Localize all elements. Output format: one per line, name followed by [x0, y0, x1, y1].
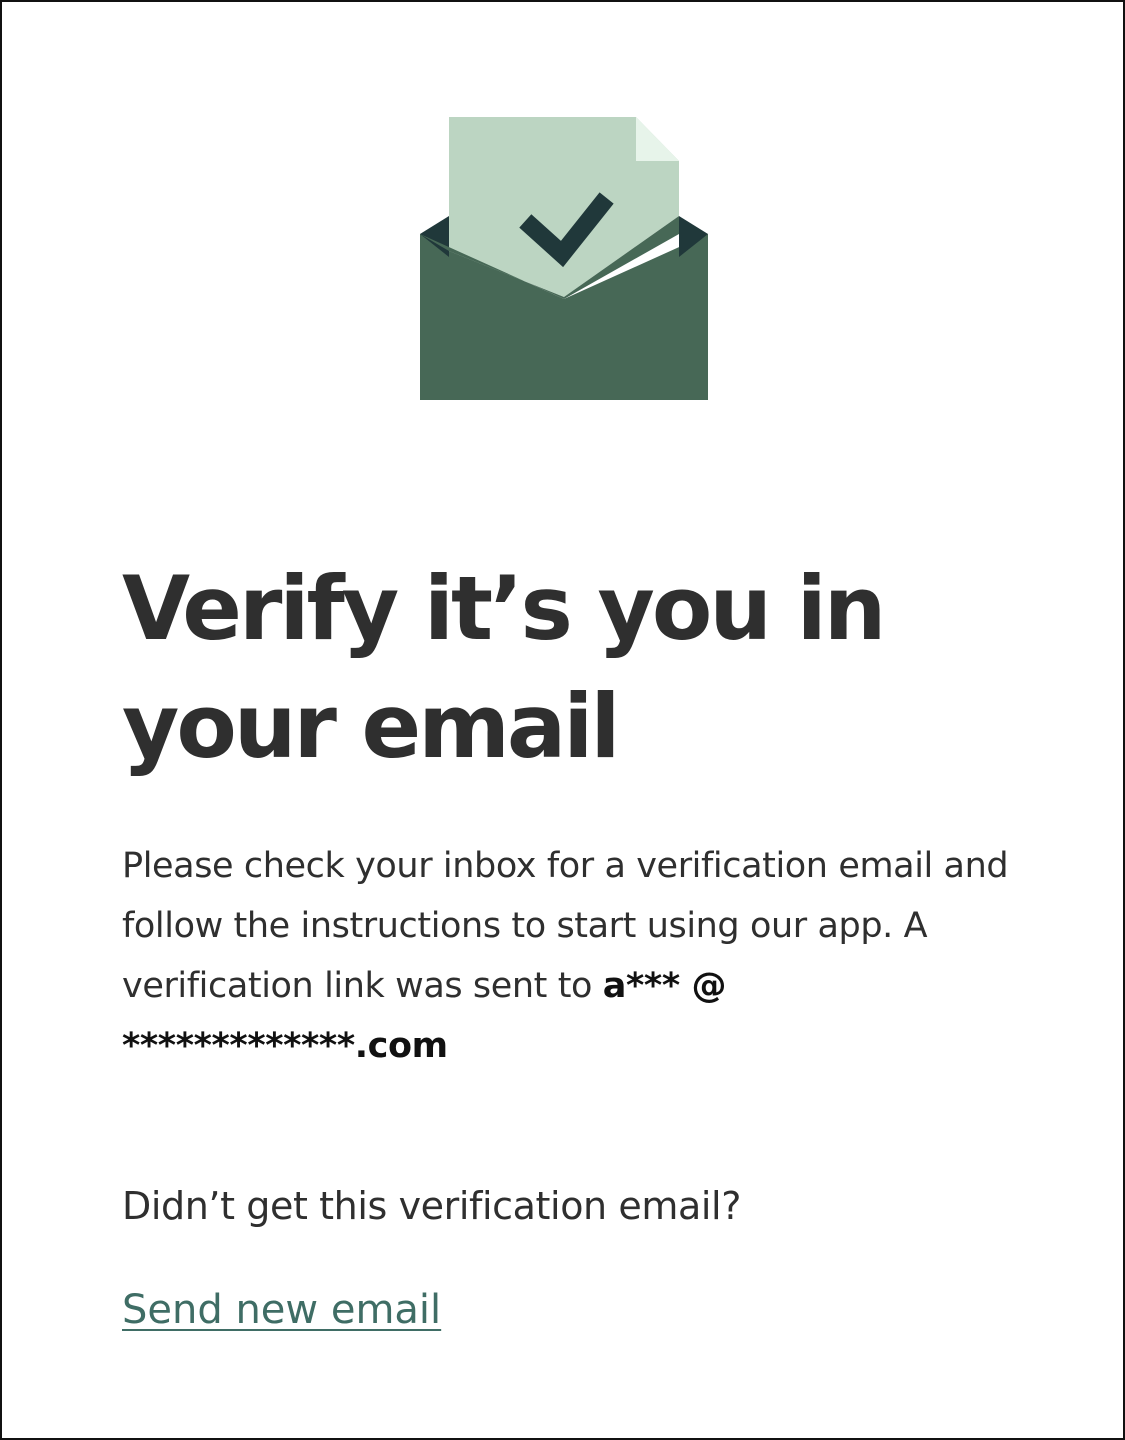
envelope-check-icon [419, 117, 709, 401]
page-title: Verify it’s you in your email [122, 557, 886, 778]
missing-email-question: Didn’t get this verification email? [122, 1184, 741, 1228]
verification-screen: Verify it’s you in your email Please che… [0, 0, 1125, 1440]
send-new-email-link[interactable]: Send new email [122, 1280, 441, 1340]
verification-message: Please check your inbox for a verificati… [122, 836, 1022, 1076]
verification-message-text: Please check your inbox for a verificati… [122, 846, 1009, 1006]
